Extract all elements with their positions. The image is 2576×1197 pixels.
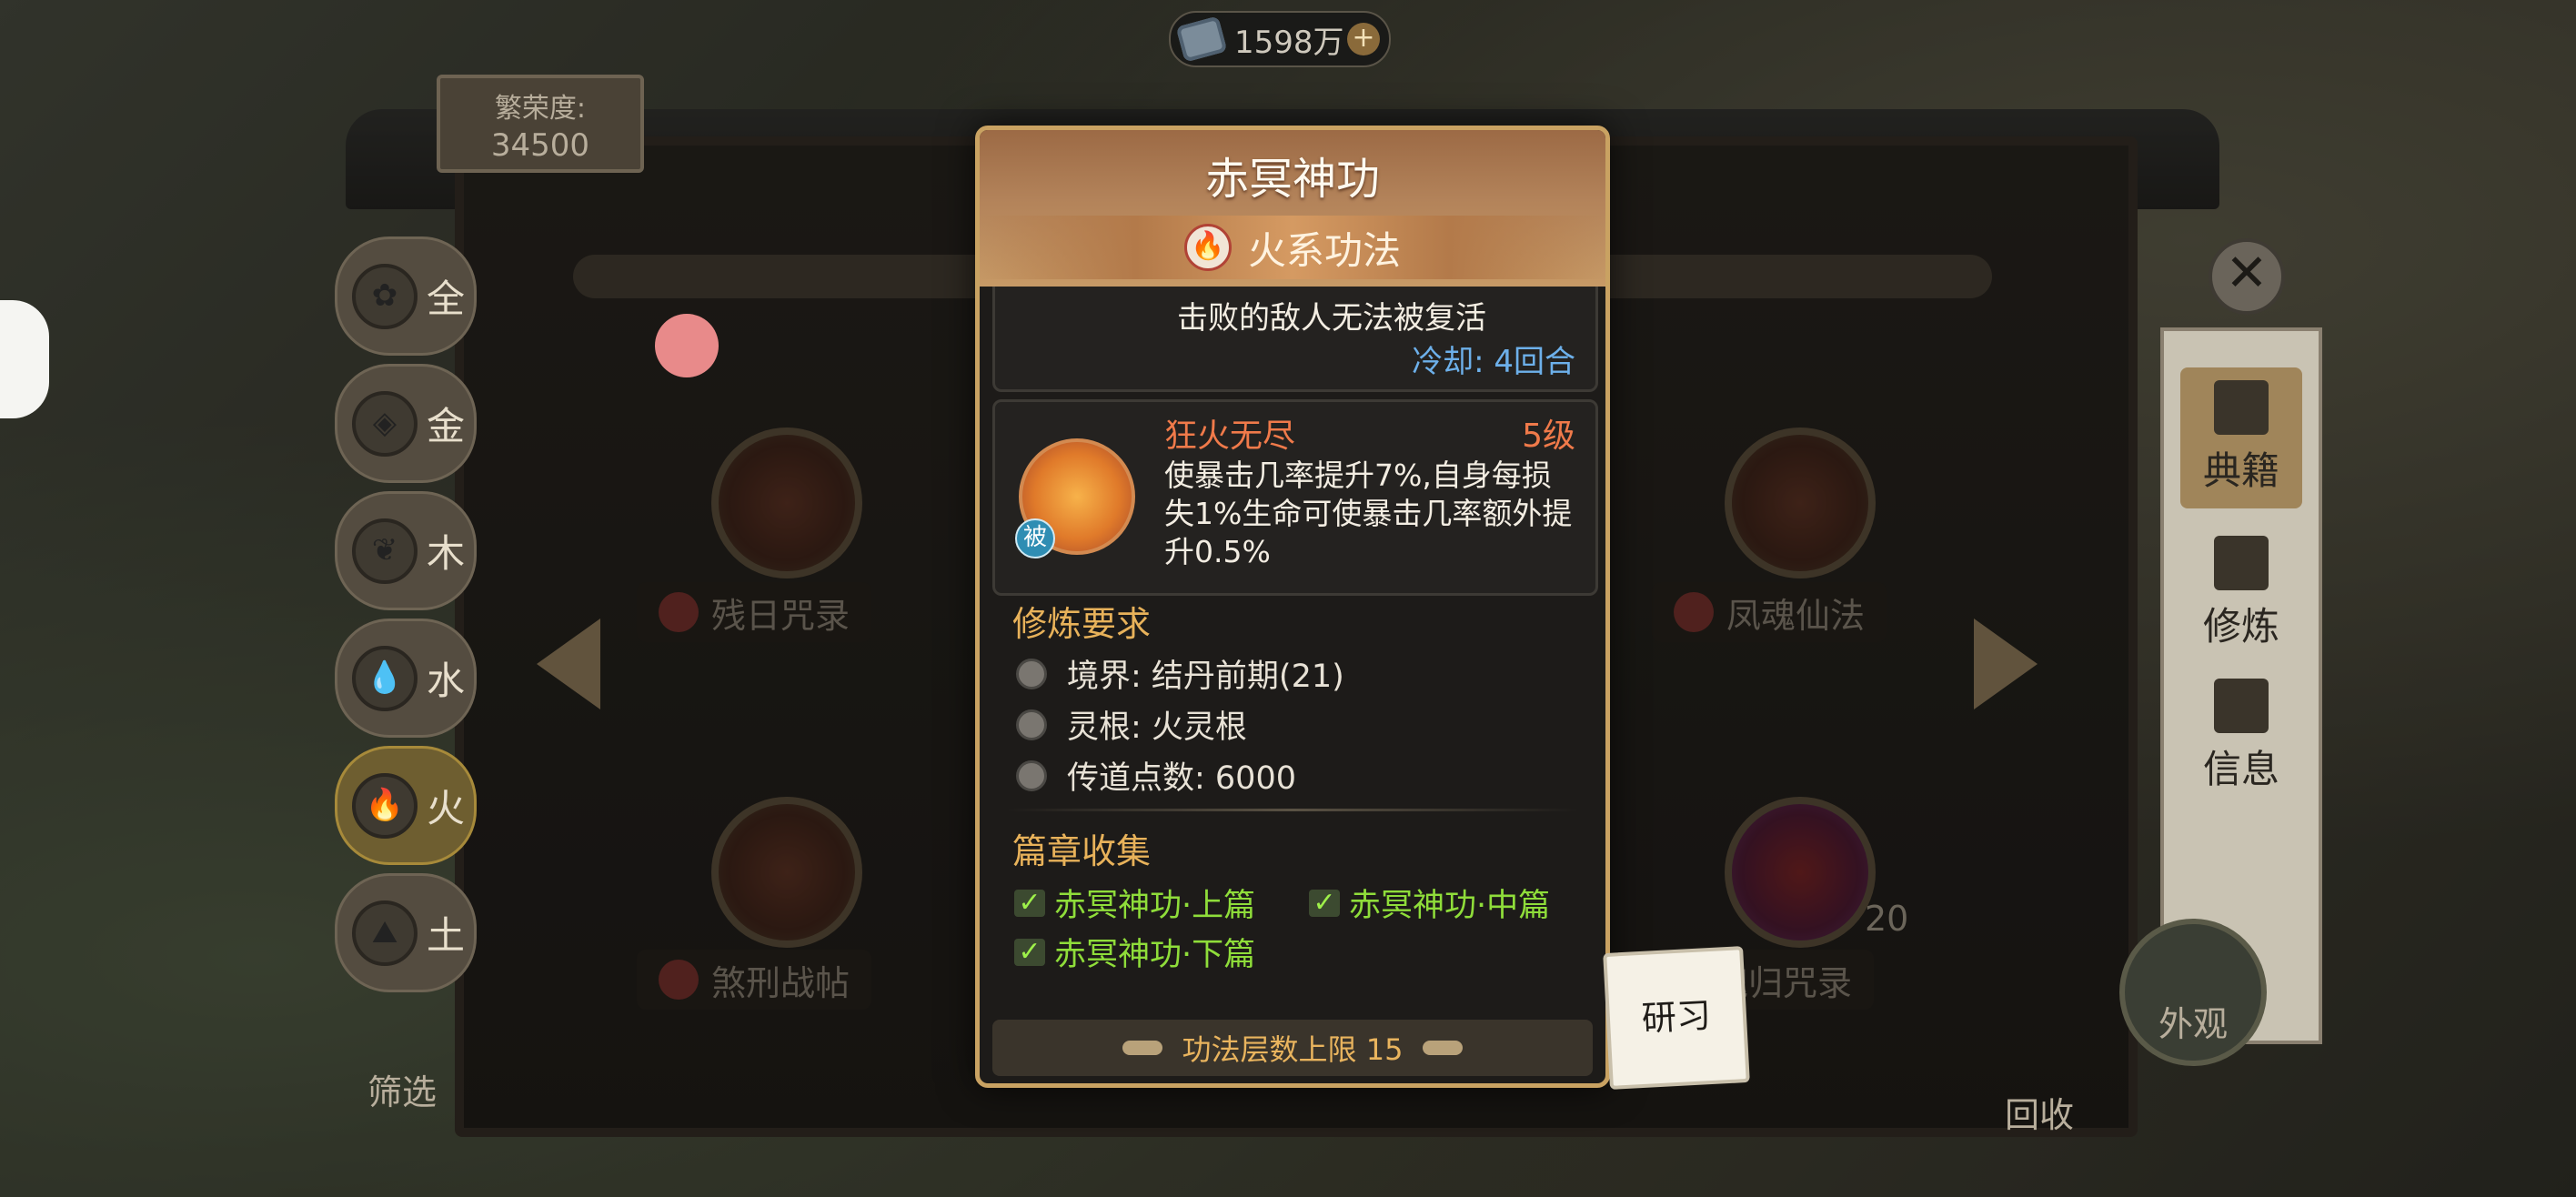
filter-button[interactable]: 筛选 — [367, 1064, 437, 1114]
study-button[interactable]: 研习 — [1603, 946, 1750, 1090]
skill-description: 击败的敌人无法被复活 — [1177, 300, 1486, 337]
check-icon: ✓ — [1014, 938, 1045, 966]
technique-type-label: 火系功法 — [1247, 227, 1401, 273]
element-tab-wood[interactable]: ❦ 木 — [335, 491, 477, 610]
cat-mascot-icon[interactable] — [0, 300, 49, 418]
passive-skill-level: 5级 — [1522, 417, 1575, 455]
currency-bar: 1598万 + — [1169, 11, 1391, 67]
status-dot-icon — [1016, 709, 1047, 740]
metal-element-icon: ◈ — [352, 390, 418, 457]
check-icon: ✓ — [1309, 889, 1340, 917]
status-dot-icon — [1016, 759, 1047, 791]
water-element-icon: 💧 — [352, 645, 418, 711]
currency-value: 1598万 — [1234, 24, 1344, 61]
technique-layer-limit: 功法层数上限 15 — [992, 1020, 1593, 1076]
flower-decoration — [655, 314, 719, 377]
all-element-icon: ✿ — [352, 263, 418, 329]
element-tab-earth[interactable]: ⛰ 土 — [335, 873, 477, 992]
recycle-button[interactable]: 回收 — [2005, 1087, 2074, 1137]
status-dot-icon — [1016, 658, 1047, 689]
element-tab-all[interactable]: ✿ 全 — [335, 236, 477, 356]
chapter-item-upper: ✓ 赤冥神功·上篇 — [1014, 880, 1255, 926]
menu-item-info[interactable]: 信息 — [2164, 679, 2319, 794]
requirement-points: 传道点数: 6000 — [1016, 752, 1296, 799]
skill-cooldown: 冷却: 4回合 — [1412, 344, 1575, 380]
popup-header: 赤冥神功 🔥 火系功法 — [980, 130, 1605, 287]
menu-item-cultivate[interactable]: 修炼 — [2164, 536, 2319, 651]
fire-element-icon: 🔥 — [352, 772, 418, 839]
section-divider — [1007, 809, 1578, 811]
passive-skill-panel: 被 狂火无尽 5级 使暴击几率提升7%,自身每损失1%生命可使暴击几率额外提升0… — [992, 399, 1598, 596]
add-currency-button[interactable]: + — [1347, 23, 1380, 55]
chapter-item-middle: ✓ 赤冥神功·中篇 — [1309, 880, 1550, 926]
spirit-stone-icon — [1175, 15, 1228, 63]
passive-skill-name: 狂火无尽 — [1164, 417, 1296, 455]
menu-item-classics[interactable]: 典籍 — [2180, 367, 2302, 508]
technique-title: 赤冥神功 — [1204, 154, 1380, 205]
technique-type-banner: 🔥 火系功法 — [980, 216, 1605, 279]
ornament-icon — [1423, 1041, 1464, 1055]
passive-badge: 被 — [1015, 518, 1055, 558]
requirement-realm: 境界: 结丹前期(21) — [1016, 650, 1344, 697]
prosperity-panel: 繁荣度: 34500 — [437, 75, 644, 173]
chapter-item-lower: ✓ 赤冥神功·下篇 — [1014, 929, 1255, 975]
appearance-button[interactable]: 外观 — [2119, 919, 2267, 1066]
check-icon: ✓ — [1014, 889, 1045, 917]
element-tab-fire[interactable]: 🔥 火 — [335, 746, 477, 865]
book-icon — [2214, 380, 2269, 435]
earth-element-icon: ⛰ — [352, 900, 418, 966]
close-button[interactable]: ✕ — [2209, 238, 2285, 315]
meditation-icon — [2214, 536, 2269, 590]
element-tab-metal[interactable]: ◈ 金 — [335, 364, 477, 483]
passive-skill-description: 使暴击几率提升7%,自身每损失1%生命可使暴击几率额外提升0.5% — [1164, 458, 1573, 569]
active-skill-panel: 击败的敌人无法被复活 冷却: 4回合 — [992, 277, 1598, 392]
ornament-icon — [1122, 1041, 1162, 1055]
requirements-title: 修炼要求 — [1012, 604, 1152, 644]
prosperity-label: 繁荣度: — [494, 93, 587, 125]
fire-icon: 🔥 — [1183, 224, 1232, 271]
prosperity-value: 34500 — [490, 127, 590, 164]
technique-detail-popup: 击败的敌人无法被复活 冷却: 4回合 被 狂火无尽 5级 使暴击几率提升7%,自… — [975, 126, 1610, 1088]
scroll-icon — [2214, 679, 2269, 733]
chapters-title: 篇章收集 — [1012, 831, 1152, 871]
popup-body: 击败的敌人无法被复活 冷却: 4回合 被 狂火无尽 5级 使暴击几率提升7%,自… — [980, 277, 1605, 1083]
wood-element-icon: ❦ — [352, 518, 418, 584]
requirement-spirit-root: 灵根: 火灵根 — [1016, 701, 1247, 748]
element-tab-water[interactable]: 💧 水 — [335, 619, 477, 738]
